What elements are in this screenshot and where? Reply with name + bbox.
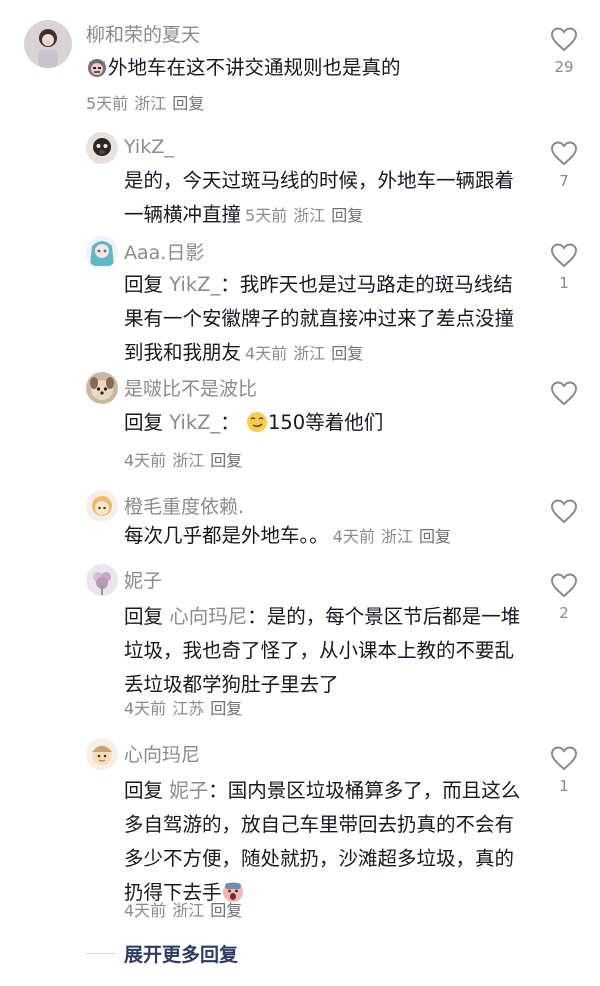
heart-icon: [550, 573, 578, 598]
separator: ：: [220, 411, 240, 434]
separator: ：: [247, 605, 267, 628]
like-count: 2: [559, 604, 569, 622]
comment-location: 江苏: [172, 699, 205, 718]
comment-meta: 4天前 浙江 回复: [245, 344, 369, 363]
user-avatar[interactable]: [86, 372, 118, 404]
comment-time: 4天前: [124, 451, 167, 470]
comment-location: 浙江: [134, 94, 167, 113]
reply-button[interactable]: 回复: [331, 206, 363, 225]
heart-icon: [550, 141, 578, 166]
reply-prefix: 回复: [124, 411, 164, 434]
reply-button[interactable]: 回复: [331, 344, 363, 363]
angry-cat-emoji: [88, 59, 106, 77]
reply-button[interactable]: 回复: [419, 527, 451, 546]
divider-line: [86, 953, 116, 954]
like-button[interactable]: 2: [544, 572, 584, 622]
reply-to-user[interactable]: YikZ_: [169, 411, 220, 434]
heart-icon: [550, 243, 578, 268]
username[interactable]: YikZ_: [124, 136, 174, 158]
separator: ：: [220, 273, 240, 296]
user-avatar[interactable]: [86, 236, 118, 268]
comment-text: 回复 YikZ_：我昨天也是过马路走的斑马线结果有一个安徽牌子的就直接冲过来了差…: [124, 268, 524, 371]
comment-body: 外地车在这不讲交通规则也是真的: [108, 56, 401, 79]
comment-time: 4天前: [332, 527, 375, 546]
heart-icon: [550, 746, 578, 771]
reply-button[interactable]: 回复: [210, 901, 242, 920]
comment-location: 浙江: [293, 206, 326, 225]
username[interactable]: 妮子: [124, 566, 162, 593]
username[interactable]: 心向玛尼: [124, 740, 200, 767]
comment-meta: 5天前 浙江 回复: [86, 90, 210, 114]
heart-icon: [550, 381, 578, 406]
reply-button[interactable]: 回复: [172, 94, 204, 113]
user-avatar[interactable]: [86, 490, 118, 522]
reply-to-user[interactable]: 心向玛尼: [169, 605, 247, 628]
comment-location: 浙江: [293, 344, 326, 363]
reply-prefix: 回复: [124, 273, 164, 296]
user-avatar[interactable]: [24, 20, 72, 68]
reply-to-user[interactable]: 妮子: [169, 779, 208, 802]
comment-body: 150等着他们: [267, 411, 384, 434]
like-button[interactable]: [544, 380, 584, 412]
smirk-emoji: [246, 412, 267, 432]
separator: ：: [208, 779, 228, 802]
like-count: 7: [559, 172, 569, 190]
comment-text: 每次几乎都是外地车。。 4天前 浙江 回复: [124, 519, 524, 554]
heart-icon: [550, 27, 578, 52]
comment-meta: 4天前 浙江 回复: [333, 527, 457, 546]
comment-text: 外地车在这不讲交通规则也是真的: [86, 51, 526, 85]
comment-location: 浙江: [172, 451, 205, 470]
like-button[interactable]: 29: [544, 26, 584, 76]
like-button[interactable]: 7: [544, 140, 584, 190]
comment-text: 回复 YikZ_： 150等着他们: [124, 406, 524, 440]
comment-time: 5天前: [245, 206, 288, 225]
like-button[interactable]: 1: [544, 242, 584, 292]
expand-replies-button[interactable]: 展开更多回复: [86, 940, 238, 967]
comment-time: 5天前: [86, 94, 129, 113]
comment-meta: 4天前 浙江 回复: [124, 447, 248, 471]
comment-body: 每次几乎都是外地车。。: [124, 524, 329, 547]
comment-text: 回复 心向玛尼：是的，每个景区节后都是一堆垃圾，我也奇了怪了，从小课本上教的不要…: [124, 600, 524, 702]
comment-meta: 4天前 浙江 回复: [124, 897, 248, 921]
user-avatar[interactable]: [86, 132, 118, 164]
comment-location: 浙江: [172, 901, 205, 920]
comment-location: 浙江: [380, 527, 413, 546]
reply-prefix: 回复: [124, 605, 164, 628]
like-button[interactable]: [544, 498, 584, 530]
like-button[interactable]: 1: [544, 745, 584, 795]
comment-time: 4天前: [124, 901, 167, 920]
like-count: 1: [559, 274, 569, 292]
comment-meta: 4天前 江苏 回复: [124, 695, 248, 719]
comment-time: 4天前: [124, 699, 167, 718]
comment-meta: 5天前 浙江 回复: [245, 206, 369, 225]
user-avatar[interactable]: [86, 564, 118, 596]
reply-to-user[interactable]: YikZ_: [169, 273, 220, 296]
username[interactable]: 柳和荣的夏天: [86, 20, 200, 47]
heart-icon: [550, 499, 578, 524]
like-count: 1: [559, 777, 569, 795]
reply-button[interactable]: 回复: [210, 451, 242, 470]
comment-time: 4天前: [245, 344, 288, 363]
username[interactable]: Aaa.日影: [124, 238, 204, 265]
user-avatar[interactable]: [86, 738, 118, 770]
like-count: 29: [554, 58, 574, 76]
expand-replies-label[interactable]: 展开更多回复: [124, 940, 238, 967]
username[interactable]: 是啵比不是波比: [124, 374, 257, 401]
username[interactable]: 橙毛重度依赖.: [124, 492, 244, 519]
reply-button[interactable]: 回复: [210, 699, 242, 718]
reply-prefix: 回复: [124, 779, 164, 802]
comment-text: 回复 妮子：国内景区垃圾桶算多了，而且这么多自驾游的，放自己车里带回去扔真的不会…: [124, 774, 524, 910]
comment-text: 是的，今天过斑马线的时候，外地车一辆跟着一辆横冲直撞 5天前 浙江 回复: [124, 164, 514, 233]
